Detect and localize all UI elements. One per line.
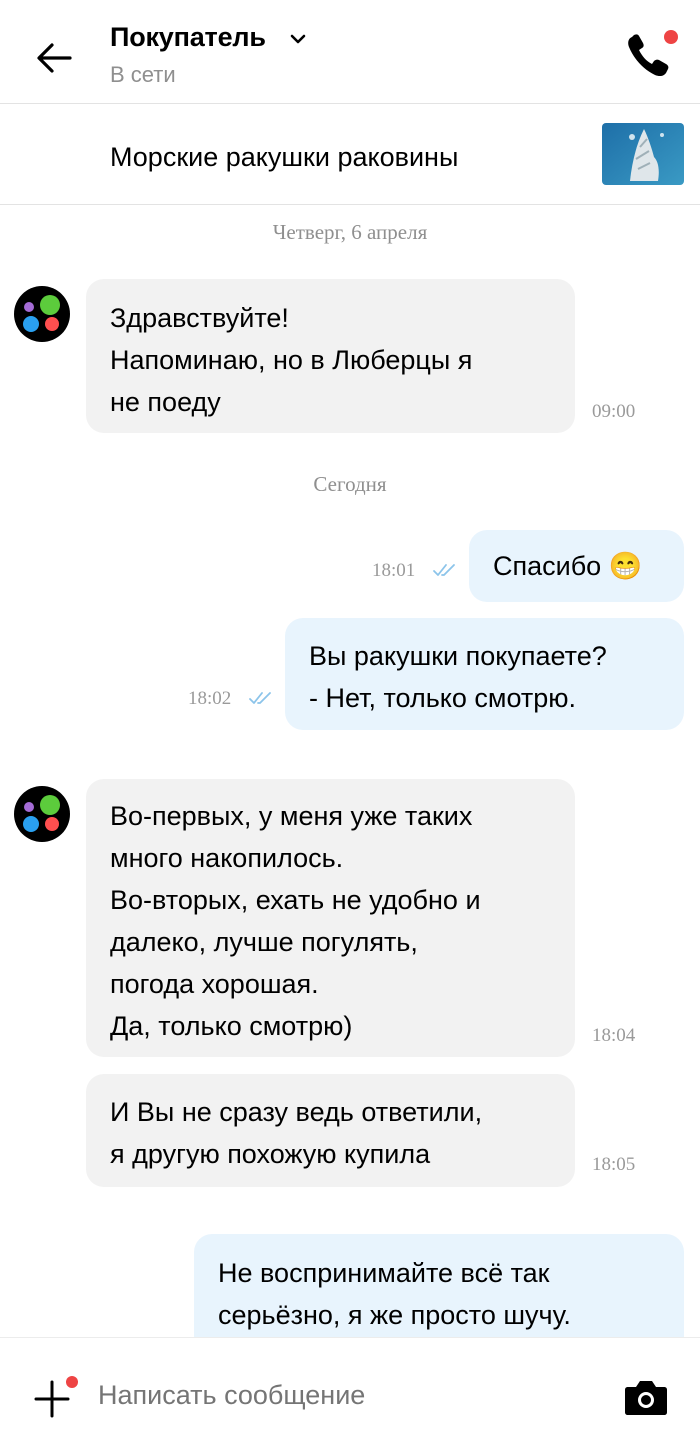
message-text: Не воспринимайте всё так серьёзно, я же …: [218, 1258, 571, 1330]
message-text: И Вы не сразу ведь ответили, я другую по…: [110, 1097, 483, 1169]
phone-icon[interactable]: [622, 28, 682, 83]
message-time: 09:00: [592, 401, 636, 422]
plus-icon[interactable]: [34, 1376, 78, 1420]
message-text: Вы ракушки покупаете? - Нет, только смот…: [309, 641, 607, 713]
message-input[interactable]: [98, 1380, 598, 1411]
chevron-down-icon[interactable]: [289, 30, 307, 48]
online-status: В сети: [110, 62, 176, 87]
product-thumbnail[interactable]: [602, 123, 684, 185]
notification-dot: [66, 1376, 78, 1388]
message-time: 18:01: [372, 560, 416, 581]
seller-avatar[interactable]: [14, 286, 70, 342]
product-bar[interactable]: Морские ракушки раковины: [0, 104, 700, 205]
seller-avatar[interactable]: [14, 786, 70, 842]
chat-header: Покупатель В сети: [0, 0, 700, 104]
read-ticks-icon: [249, 692, 271, 704]
message-text: Здравствуйте! Напоминаю, но в Люберцы я …: [110, 303, 473, 417]
message-bubble-outgoing[interactable]: Вы ракушки покупаете? - Нет, только смот…: [285, 618, 684, 730]
message-composer: [0, 1337, 700, 1455]
product-name[interactable]: Морские ракушки раковины: [110, 142, 458, 173]
chat-title[interactable]: Покупатель: [110, 22, 266, 53]
back-arrow-icon[interactable]: [34, 38, 74, 78]
message-time: 18:05: [592, 1154, 636, 1175]
date-separator: Четверг, 6 апреля: [272, 220, 428, 244]
date-separator: Сегодня: [313, 472, 387, 496]
message-time: 18:02: [188, 688, 232, 709]
message-text: Во-первых, у меня уже таких много накопи…: [110, 801, 481, 1041]
camera-icon[interactable]: [624, 1378, 668, 1416]
read-ticks-icon: [433, 564, 455, 576]
message-time: 18:04: [592, 1025, 636, 1046]
message-text: Спасибо 😁: [493, 551, 643, 581]
message-bubble-outgoing[interactable]: Спасибо 😁: [469, 530, 684, 602]
message-bubble-incoming[interactable]: Во-первых, у меня уже таких много накопи…: [86, 779, 635, 1057]
notification-dot: [664, 30, 678, 44]
message-bubble-incoming[interactable]: И Вы не сразу ведь ответили, я другую по…: [86, 1074, 635, 1187]
message-bubble-incoming[interactable]: Здравствуйте! Напоминаю, но в Люберцы я …: [86, 279, 635, 433]
